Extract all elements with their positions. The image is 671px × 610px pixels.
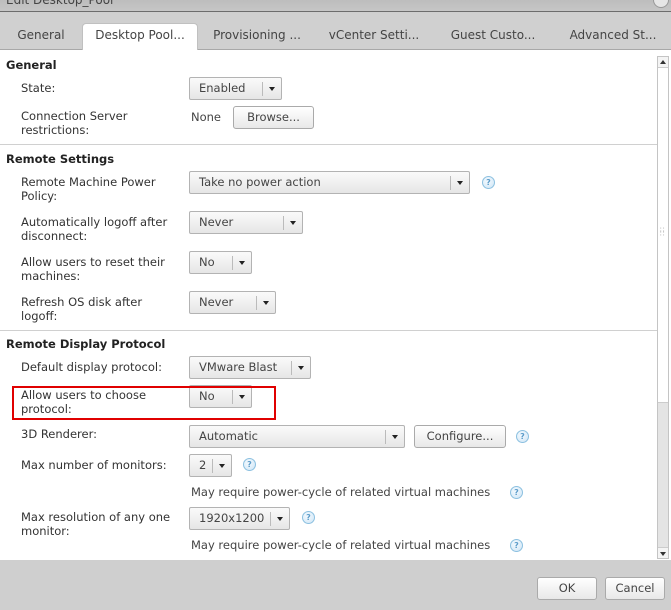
allow-reset-label: Allow users to reset their machines: — [21, 255, 165, 283]
state-select[interactable]: Enabled — [189, 77, 282, 100]
section-divider — [0, 144, 658, 145]
vertical-scrollbar[interactable]: ∷ ∷ — [657, 56, 669, 559]
grip-icon: ∷ ∷ — [660, 226, 665, 238]
help-icon[interactable]: ? — [516, 430, 529, 443]
max-resolution-label: Max resolution of any one monitor: — [21, 510, 171, 538]
help-icon[interactable]: ? — [482, 176, 495, 189]
section-title-remote-display-protocol: Remote Display Protocol — [6, 337, 166, 351]
renderer-value: Automatic — [199, 429, 258, 443]
section-title-general: General — [6, 58, 57, 72]
help-icon[interactable]: ? — [510, 539, 523, 552]
chevron-down-icon — [219, 464, 225, 468]
allow-reset-value: No — [199, 255, 215, 269]
refresh-os-value: Never — [199, 295, 234, 309]
allow-reset-select[interactable]: No — [189, 251, 252, 274]
default-protocol-value: VMware Blast — [199, 360, 278, 374]
chevron-down-icon — [269, 87, 275, 91]
power-policy-label: Remote Machine Power Policy: — [21, 175, 156, 203]
refresh-os-label: Refresh OS disk after logoff: — [21, 295, 143, 323]
help-icon[interactable]: ? — [510, 486, 523, 499]
chevron-down-icon — [298, 366, 304, 370]
renderer-label: 3D Renderer: — [21, 427, 97, 441]
tab-advanced-storage[interactable]: Advanced St... — [562, 24, 664, 50]
default-protocol-label: Default display protocol: — [21, 360, 162, 374]
auto-logoff-select[interactable]: Never — [189, 211, 303, 234]
chevron-down-icon — [239, 261, 245, 265]
max-resolution-select[interactable]: 1920x1200 — [189, 507, 290, 530]
chevron-down-icon — [392, 435, 398, 439]
cs-restrictions-value: None — [191, 110, 222, 124]
power-policy-select[interactable]: Take no power action — [189, 171, 470, 194]
tab-guest-customization[interactable]: Guest Custo... — [442, 24, 544, 50]
dialog-footer: OK Cancel — [0, 560, 671, 610]
auto-logoff-value: Never — [199, 215, 234, 229]
help-icon[interactable]: ? — [302, 511, 315, 524]
cs-restrictions-label: Connection Server restrictions: — [21, 109, 128, 137]
power-policy-value: Take no power action — [199, 175, 321, 189]
settings-panel: General State: Enabled Connection Server… — [0, 50, 671, 560]
section-title-remote-settings: Remote Settings — [6, 152, 115, 166]
max-monitors-label: Max number of monitors: — [21, 458, 167, 472]
section-divider — [0, 330, 658, 331]
dialog-title: Edit Desktop_Pool — [6, 0, 114, 7]
max-monitors-select[interactable]: 2 — [189, 454, 232, 477]
help-icon[interactable]: ? — [243, 458, 256, 471]
chevron-down-icon — [263, 301, 269, 305]
refresh-os-select[interactable]: Never — [189, 291, 276, 314]
max-resolution-value: 1920x1200 — [199, 511, 265, 525]
auto-logoff-label: Automatically logoff after disconnect: — [21, 215, 168, 243]
state-label: State: — [21, 81, 56, 95]
cancel-button[interactable]: Cancel — [605, 577, 665, 600]
renderer-select[interactable]: Automatic — [189, 425, 405, 448]
tab-provisioning-settings[interactable]: Provisioning ... — [206, 24, 308, 50]
close-icon[interactable] — [653, 0, 669, 8]
scrollbar-thumb[interactable]: ∷ ∷ — [658, 68, 668, 403]
highlight-box — [12, 386, 276, 420]
browse-button[interactable]: Browse... — [233, 106, 314, 129]
tab-desktop-pool-settings[interactable]: Desktop Pool... — [82, 23, 198, 50]
max-monitors-value: 2 — [199, 458, 207, 472]
power-cycle-note: May require power-cycle of related virtu… — [191, 538, 491, 552]
chevron-down-icon — [277, 517, 283, 521]
dialog-title-bar: Edit Desktop_Pool — [0, 0, 671, 12]
power-cycle-note: May require power-cycle of related virtu… — [191, 485, 491, 499]
scroll-down-arrow-icon[interactable] — [658, 547, 668, 558]
configure-button[interactable]: Configure... — [414, 425, 506, 448]
tab-bar: General Desktop Pool... Provisioning ...… — [0, 13, 671, 50]
tab-vcenter-settings[interactable]: vCenter Setti... — [322, 24, 426, 50]
state-value: Enabled — [199, 81, 246, 95]
default-protocol-select[interactable]: VMware Blast — [189, 356, 311, 379]
chevron-down-icon — [290, 221, 296, 225]
ok-button[interactable]: OK — [537, 577, 597, 600]
scroll-up-arrow-icon[interactable] — [658, 57, 668, 68]
tab-general[interactable]: General — [12, 24, 70, 50]
chevron-down-icon — [457, 181, 463, 185]
